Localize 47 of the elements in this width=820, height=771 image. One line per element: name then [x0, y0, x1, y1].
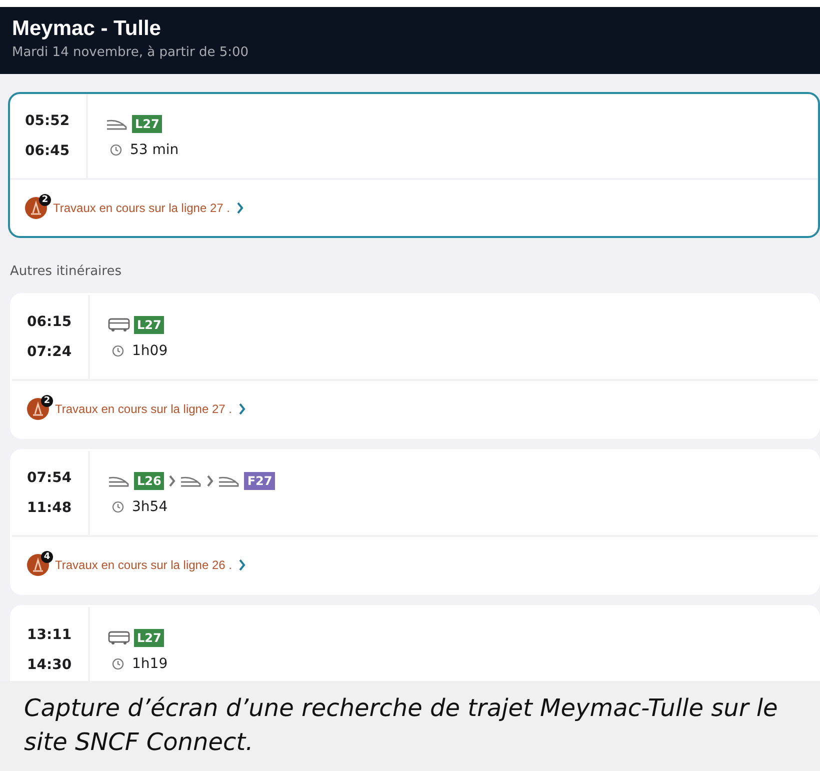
line-badge: L27 [132, 114, 162, 132]
duration: 3h54 [132, 498, 168, 514]
clock-icon [110, 144, 122, 156]
roadwork-cone-icon [27, 554, 49, 576]
alert-count: 4 [41, 551, 53, 563]
train-icon [108, 474, 130, 486]
page-title: Meymac - Tulle [12, 17, 162, 41]
departure-time: 13:11 [27, 627, 73, 643]
bus-icon [108, 318, 130, 332]
line-badge: L27 [134, 316, 164, 334]
journey-card[interactable]: 06:15 07:24 L27 1h09 2 Travaux en cours sur la ligne 27 . [10, 293, 820, 439]
arrival-time: 06:45 [25, 143, 71, 159]
chevron-icon [206, 474, 214, 486]
alert-link[interactable]: Travaux en cours sur la ligne 27 . [55, 402, 232, 416]
chevron-icon [238, 559, 246, 571]
alert-count: 2 [41, 395, 53, 407]
journey-card[interactable]: 13:11 14:30 L27 1h19 [10, 605, 820, 681]
alert-link[interactable]: Travaux en cours sur la ligne 27 . [53, 201, 230, 215]
departure-time: 07:54 [27, 470, 73, 486]
departure-time: 06:15 [27, 314, 73, 330]
clock-icon [112, 658, 124, 670]
line-badge: F27 [244, 472, 276, 490]
train-icon [218, 474, 240, 486]
journey-card[interactable]: 07:54 11:48 L26 F27 3h54 4 Travaux en cours sur la ligne 26 . [10, 449, 820, 595]
clock-icon [112, 500, 124, 512]
chevron-icon [238, 403, 246, 415]
alert-count: 2 [39, 194, 51, 206]
arrival-time: 14:30 [27, 657, 73, 673]
duration: 1h09 [132, 342, 168, 358]
departure-time: 05:52 [25, 113, 71, 129]
alert-link[interactable]: Travaux en cours sur la ligne 26 . [55, 558, 232, 572]
caption: Capture d’écran d’une recherche de trajet Meymac-Tulle sur le site SNCF Connect. [0, 681, 820, 771]
arrival-time: 11:48 [27, 500, 73, 516]
train-icon [106, 118, 128, 130]
bus-icon [108, 630, 130, 644]
duration: 1h19 [132, 656, 168, 672]
arrival-time: 07:24 [27, 344, 73, 360]
duration: 53 min [130, 142, 179, 158]
clock-icon [112, 344, 124, 356]
line-badge: L27 [134, 628, 164, 646]
journey-card[interactable]: 05:52 06:45 L27 53 min 2 Travaux en cours sur la ligne 27 . [8, 92, 820, 238]
section-title: Autres itinéraires [9, 263, 123, 281]
train-icon [180, 474, 202, 486]
chevron-icon [236, 202, 244, 214]
chevron-icon [168, 474, 176, 486]
line-badge: L26 [134, 472, 164, 490]
page-subtitle: Mardi 14 novembre, à partir de 5:00 [12, 45, 250, 60]
